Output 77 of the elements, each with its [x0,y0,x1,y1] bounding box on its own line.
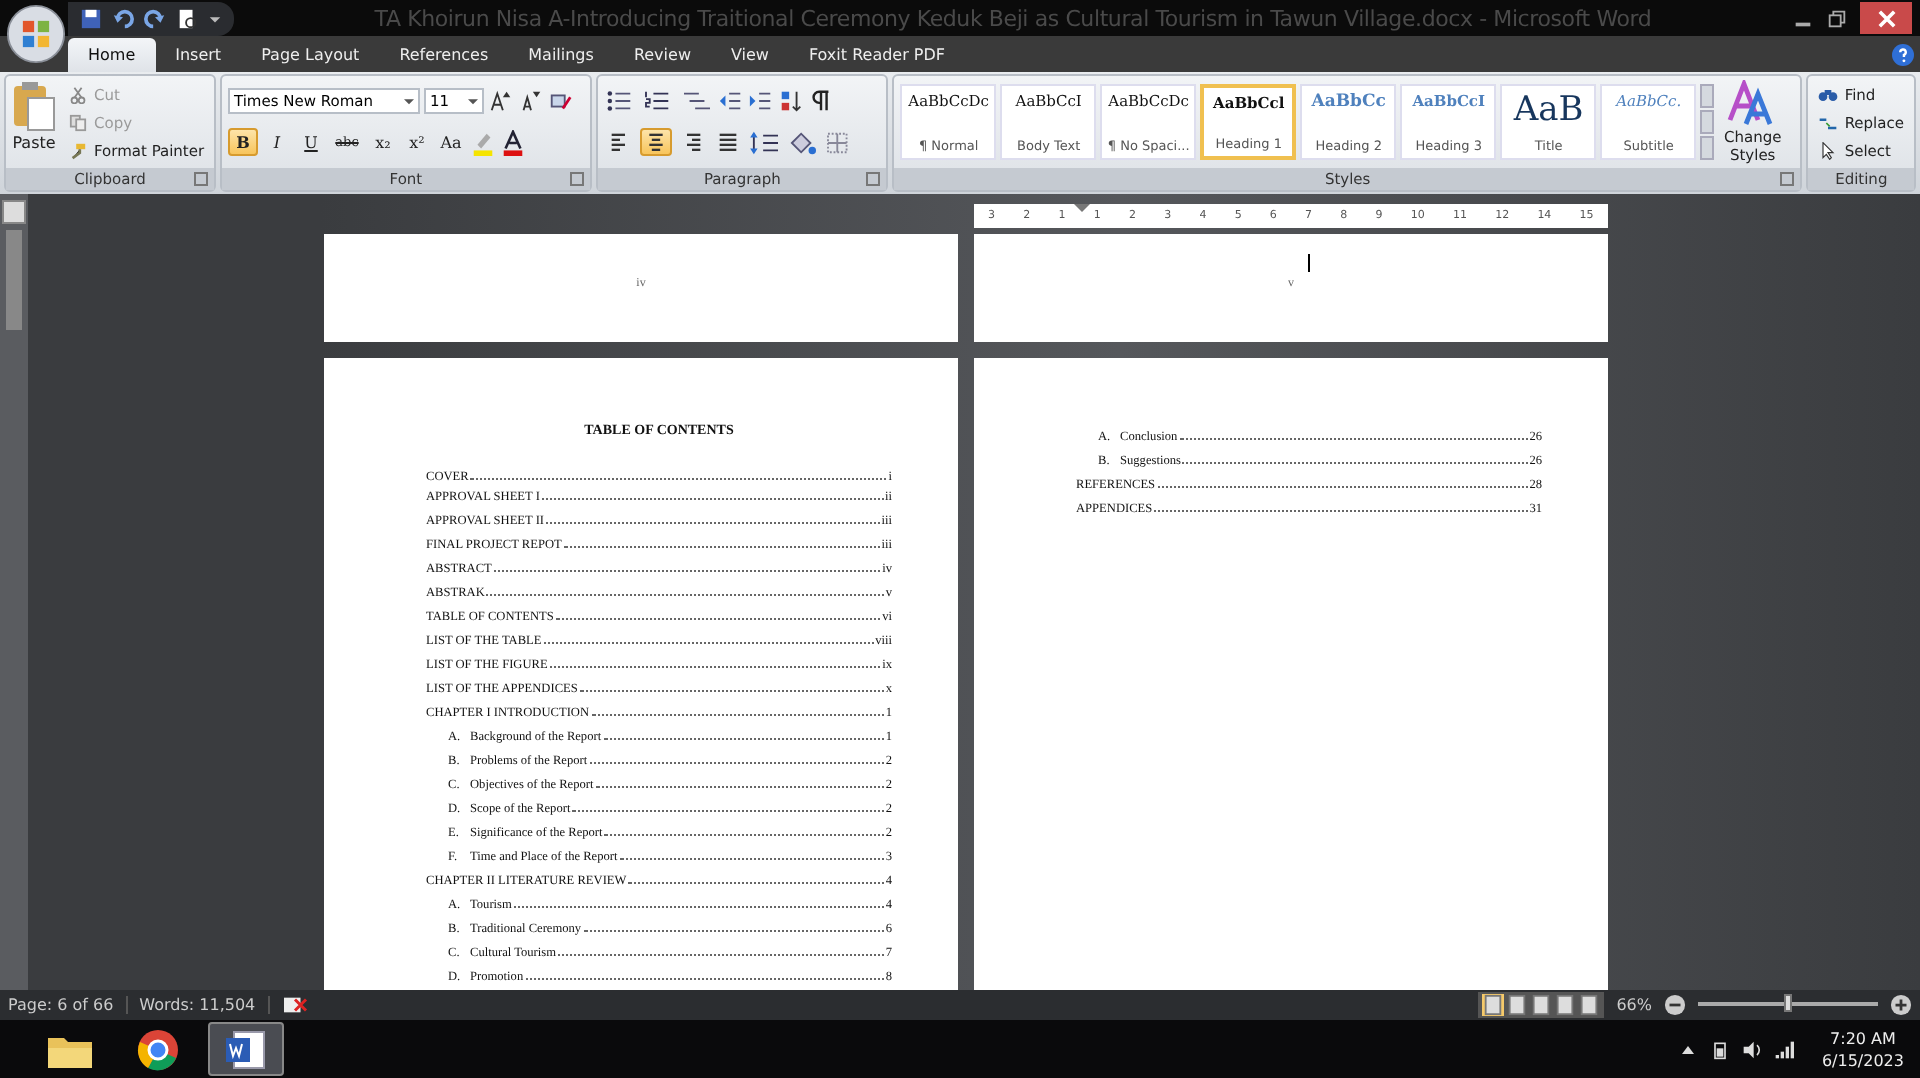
brush-icon [68,141,88,159]
battery-icon[interactable] [1709,1039,1730,1059]
launcher-icon[interactable] [1780,172,1795,186]
gallery-scrollbar[interactable] [1700,84,1715,160]
speaker-icon[interactable] [1741,1039,1762,1059]
paint-bucket-icon[interactable] [785,129,820,156]
launcher-icon[interactable] [569,172,584,186]
view-mode-icon[interactable] [1506,994,1529,1016]
increase-indent-icon[interactable] [747,87,774,114]
format-button[interactable]: x² [402,128,432,157]
copy-icon [68,113,88,131]
launcher-icon[interactable] [194,172,208,186]
signal-icon[interactable] [1773,1039,1794,1059]
align-button[interactable] [639,128,672,157]
sort-icon[interactable] [777,87,804,114]
launcher-icon[interactable] [866,172,881,186]
scissors-icon [68,85,88,103]
align-icon [715,132,740,153]
ribbon-tab[interactable]: Mailings [508,38,614,72]
print-preview-icon[interactable] [176,7,198,29]
ribbon-tab[interactable]: Home [68,38,156,72]
redo-icon[interactable] [144,7,166,29]
dropdown-icon[interactable] [208,11,222,25]
font-color-icon[interactable] [500,129,526,156]
ribbon-tab[interactable]: Review [613,38,711,72]
binoculars-icon [1818,85,1839,103]
ribbon-tab[interactable]: View [710,38,789,72]
ribbon-tab[interactable]: References [379,38,509,72]
taskbar-button[interactable] [208,1022,284,1076]
text-cursor [1308,254,1310,272]
close-icon [1877,9,1895,27]
page-count[interactable]: Page: 6 of 66 [8,996,128,1014]
dropdown-icon [468,95,478,106]
view-mode-icon[interactable] [1482,994,1505,1016]
tab-selector[interactable] [2,200,26,224]
format-button[interactable]: Aa [436,128,466,157]
close-button[interactable] [1860,2,1912,34]
grow-font-icon[interactable] [488,87,514,114]
format-button[interactable]: I [262,128,292,157]
ribbon-tab[interactable]: Foxit Reader PDF [788,38,966,72]
save-icon[interactable] [80,7,102,29]
decrease-indent-icon[interactable] [717,87,744,114]
replace-icon [1818,113,1839,131]
multilevel-list-icon[interactable] [679,87,714,114]
zoom-level[interactable]: 66% [1616,996,1652,1014]
word-count[interactable]: Words: 11,504 [139,996,270,1014]
view-mode-icon[interactable] [1578,994,1601,1016]
format-button[interactable]: x₂ [368,128,398,157]
paste-button[interactable]: Paste [12,80,56,164]
document-icon [224,1027,268,1071]
window-title: TA Khoirun Nisa A-Introducing Traitional Ceremony Keduk Beji as Cultural Tourism in Tawun Village.docx - Microsoft Word [372,5,1654,31]
view-mode-icon[interactable] [1554,994,1577,1016]
clock-time[interactable]: 7:20 AM [1830,1027,1896,1049]
format-button[interactable]: B [228,128,258,157]
browser-icon [136,1027,180,1071]
ruler-margin [6,230,22,330]
restore-icon[interactable] [1826,7,1848,29]
shrink-font-icon[interactable] [518,87,544,114]
zoom-out-icon[interactable] [1664,994,1686,1016]
ribbon-tab[interactable]: Page Layout [241,38,380,72]
style-preview: AaBbCc [1311,92,1386,112]
dropdown-icon [404,95,414,106]
clipboard-icon [12,80,56,132]
zoom-in-icon[interactable] [1890,994,1912,1016]
clock-date[interactable]: 6/15/2023 [1821,1049,1904,1071]
undo-icon[interactable] [112,7,134,29]
style-preview: AaB [1513,92,1584,128]
cursor-icon [1818,141,1839,159]
format-button[interactable]: U [296,128,326,157]
proofing-icon[interactable] [281,994,308,1016]
help-icon[interactable] [1892,44,1914,66]
line-spacing-icon[interactable] [747,129,782,156]
slider-thumb[interactable] [1784,994,1792,1012]
pilcrow-icon[interactable] [807,87,834,114]
ribbon-tab[interactable]: Insert [155,38,242,72]
align-icon [643,132,668,153]
view-mode-icon[interactable] [1530,994,1553,1016]
